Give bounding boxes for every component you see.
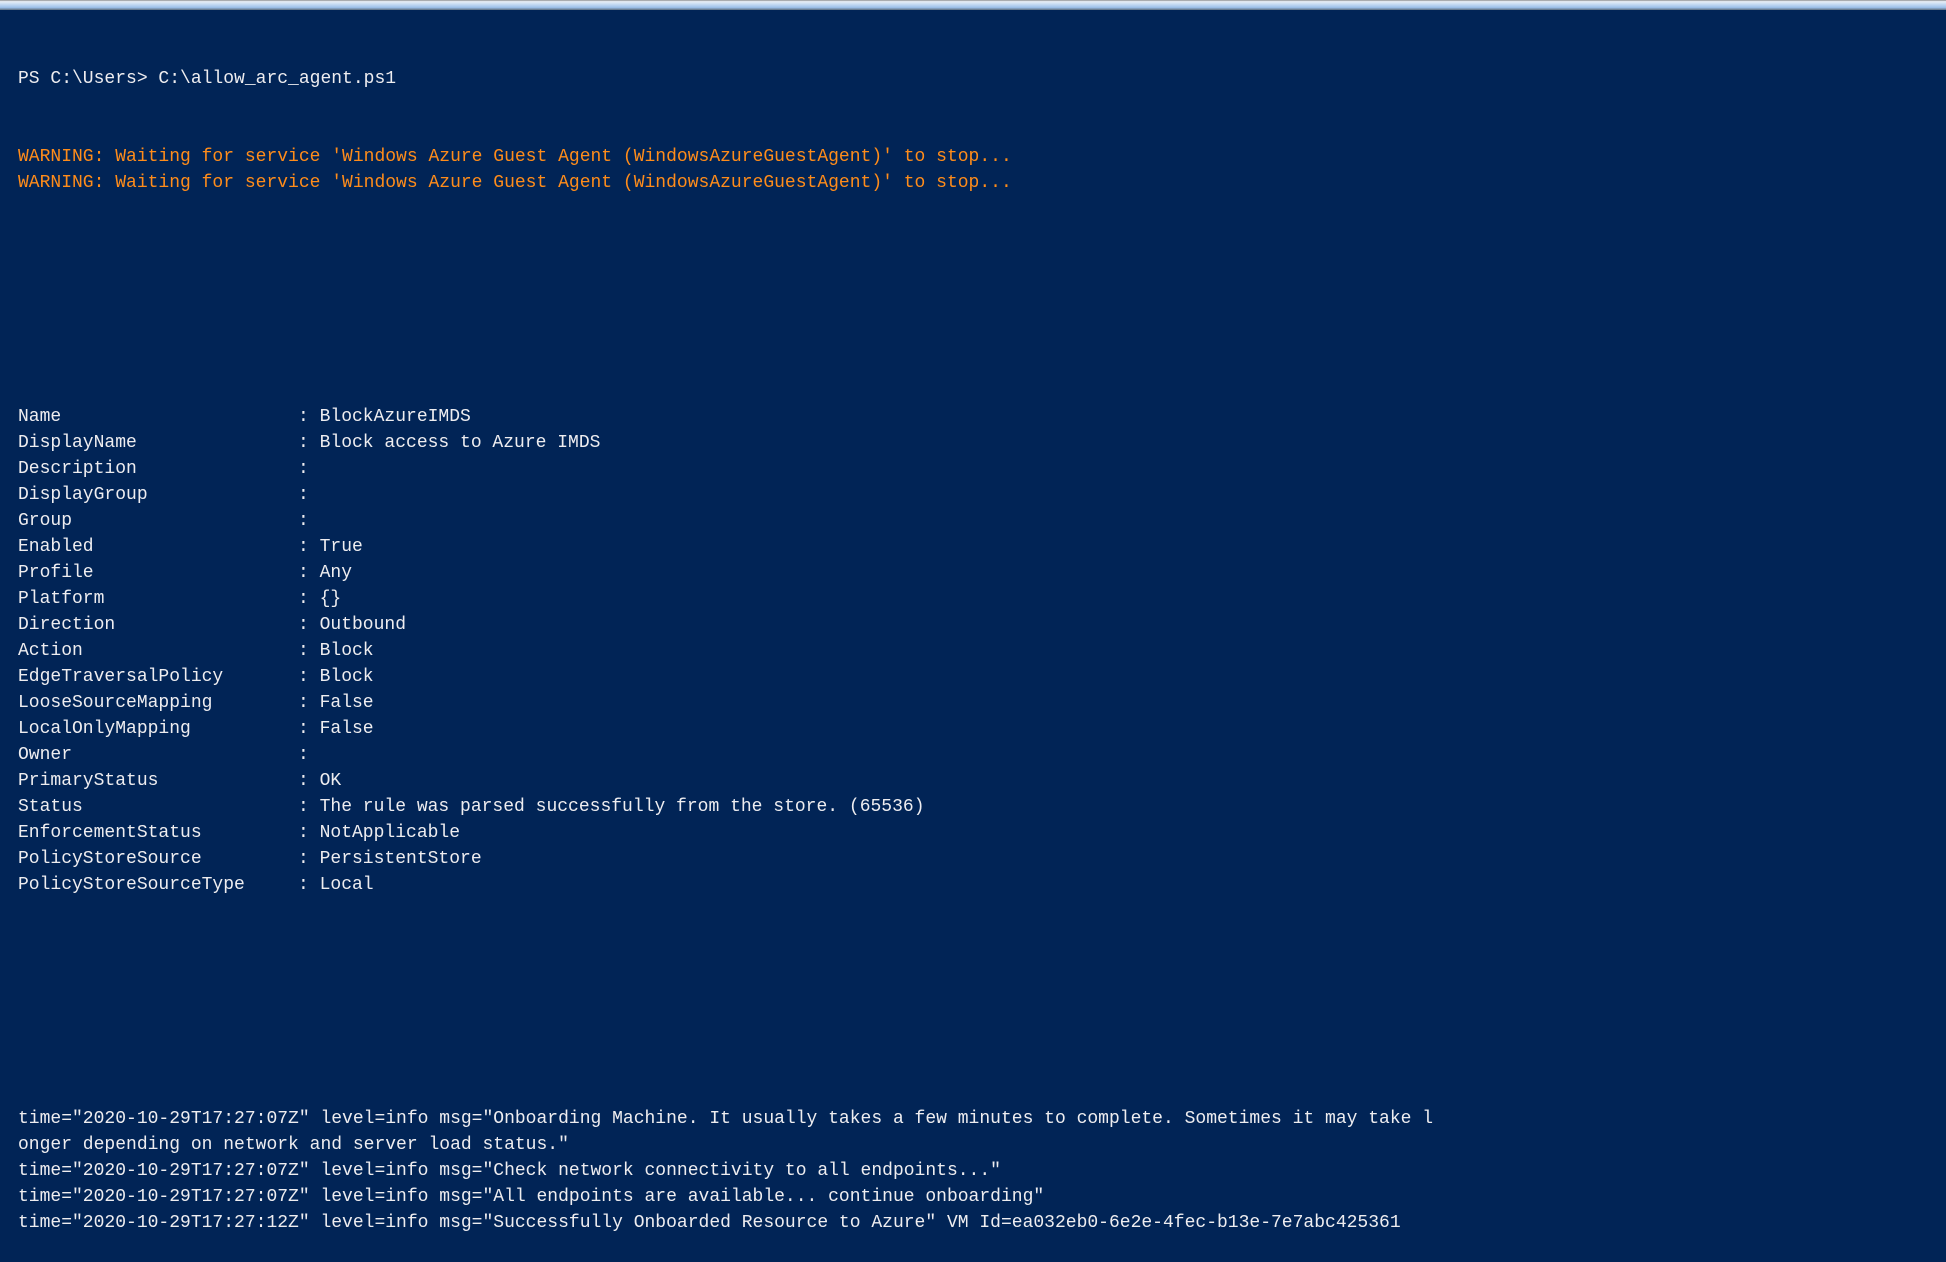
property-name: Action (18, 641, 83, 661)
property-name: LooseSourceMapping (18, 693, 213, 713)
rule-property-row: LocalOnlyMapping : False (18, 716, 1946, 742)
property-value: : Block (298, 641, 374, 661)
property-value: : False (298, 693, 374, 713)
property-name: EnforcementStatus (18, 823, 202, 843)
log-line: time="2020-10-29T17:27:07Z" level=info m… (18, 1187, 1045, 1207)
rule-property-row: Direction : Outbound (18, 612, 1946, 638)
rule-property-row: PolicyStoreSourceType : Local (18, 872, 1946, 898)
property-name: Description (18, 459, 137, 479)
powershell-console[interactable]: PS C:\Users> C:\allow_arc_agent.ps1 WARN… (18, 14, 1946, 1262)
rule-property-row: Name : BlockAzureIMDS (18, 404, 1946, 430)
property-name: Group (18, 511, 73, 531)
property-name: Profile (18, 563, 94, 583)
rule-property-row: EnforcementStatus : NotApplicable (18, 820, 1946, 846)
property-value: : Block access to Azure IMDS (298, 433, 601, 453)
rule-property-row: Group: (18, 508, 1946, 534)
property-value: : (298, 485, 309, 505)
property-name: PolicyStoreSourceType (18, 875, 245, 895)
property-name: Name (18, 407, 62, 427)
onboarding-log: time="2020-10-29T17:27:07Z" level=info m… (18, 1106, 1946, 1236)
log-line: time="2020-10-29T17:27:07Z" level=info m… (18, 1161, 1001, 1181)
property-value: : NotApplicable (298, 823, 461, 843)
property-name: DisplayGroup (18, 485, 148, 505)
rule-property-row: DisplayGroup: (18, 482, 1946, 508)
property-value: : Any (298, 563, 353, 583)
rule-property-row: DisplayName : Block access to Azure IMDS (18, 430, 1946, 456)
property-name: PolicyStoreSource (18, 849, 202, 869)
warning-line: WARNING: Waiting for service 'Windows Az… (18, 173, 1012, 193)
property-value: : Local (298, 875, 374, 895)
rule-property-row: Profile : Any (18, 560, 1946, 586)
prompt-line: PS C:\Users> C:\allow_arc_agent.ps1 (18, 69, 397, 89)
property-value: : OK (298, 771, 342, 791)
rule-property-row: EdgeTraversalPolicy : Block (18, 664, 1946, 690)
rule-property-row: PrimaryStatus : OK (18, 768, 1946, 794)
property-value: : (298, 511, 309, 531)
property-value: : True (298, 537, 363, 557)
rule-property-row: Status : The rule was parsed successfully… (18, 794, 1946, 820)
property-name: Status (18, 797, 83, 817)
rule-property-row: Action : Block (18, 638, 1946, 664)
property-value: : BlockAzureIMDS (298, 407, 471, 427)
warning-line: WARNING: Waiting for service 'Windows Az… (18, 147, 1012, 167)
property-value: : {} (298, 589, 342, 609)
property-value: : Outbound (298, 615, 407, 635)
property-name: DisplayName (18, 433, 137, 453)
property-value: : (298, 745, 309, 765)
rule-property-row: Platform : {} (18, 586, 1946, 612)
property-value: : The rule was parsed successfully from … (298, 797, 925, 817)
rule-property-row: Description: (18, 456, 1946, 482)
rule-property-row: Enabled : True (18, 534, 1946, 560)
property-value: : False (298, 719, 374, 739)
property-name: Platform (18, 589, 105, 609)
property-value: : (298, 459, 309, 479)
property-name: Owner (18, 745, 73, 765)
property-name: Direction (18, 615, 116, 635)
rule-property-row: Owner: (18, 742, 1946, 768)
property-name: EdgeTraversalPolicy (18, 667, 224, 687)
property-name: PrimaryStatus (18, 771, 159, 791)
firewall-rule-output: Name : BlockAzureIMDS DisplayName : Block a… (18, 404, 1946, 898)
window-title-bar (0, 0, 1946, 10)
log-line: time="2020-10-29T17:27:12Z" level=info m… (18, 1213, 1401, 1233)
log-line: onger depending on network and server lo… (18, 1135, 569, 1155)
rule-property-row: LooseSourceMapping : False (18, 690, 1946, 716)
property-name: Enabled (18, 537, 94, 557)
log-line: time="2020-10-29T17:27:07Z" level=info m… (18, 1109, 1434, 1129)
property-value: : PersistentStore (298, 849, 482, 869)
property-name: LocalOnlyMapping (18, 719, 191, 739)
rule-property-row: PolicyStoreSource : PersistentStore (18, 846, 1946, 872)
property-value: : Block (298, 667, 374, 687)
